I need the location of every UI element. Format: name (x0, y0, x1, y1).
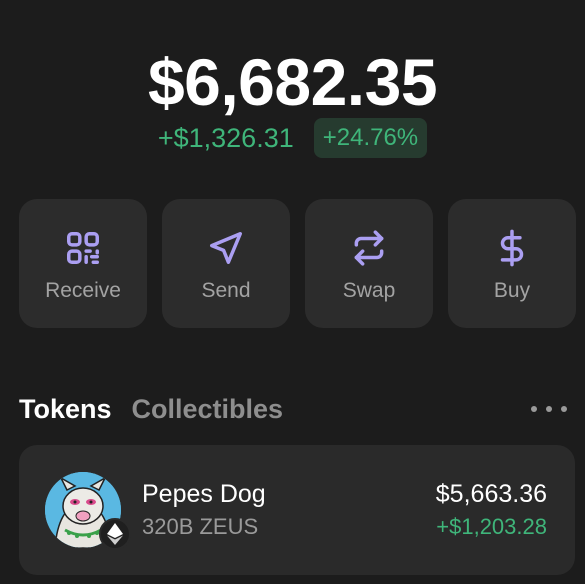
dollar-icon (500, 229, 524, 267)
asset-tabs: Tokens Collectibles (19, 394, 283, 425)
receive-button-label: Receive (45, 279, 121, 302)
token-name: Pepes Dog (142, 480, 266, 508)
more-dot (546, 406, 552, 412)
token-value: $5,663.36 (435, 480, 547, 508)
total-balance: $6,682.35 (147, 45, 438, 119)
swap-button-label: Swap (342, 279, 396, 302)
swap-icon (354, 230, 384, 266)
buy-button-label: Buy (493, 279, 531, 302)
tab-tokens[interactable]: Tokens (19, 394, 112, 425)
quick-actions: Receive Send Swap Buy (19, 199, 576, 328)
swap-button[interactable]: Swap (305, 199, 433, 328)
ethereum-icon (99, 518, 131, 550)
ethereum-glyph (107, 523, 123, 545)
balance-change-percent-badge: +24.76% (313, 118, 428, 158)
qr-code-icon (67, 232, 99, 264)
more-dot (561, 406, 567, 412)
buy-button[interactable]: Buy (448, 199, 576, 328)
token-change: +$1,203.28 (436, 514, 547, 539)
token-amount: 320B ZEUS (142, 514, 259, 539)
send-button[interactable]: Send (162, 199, 290, 328)
token-row[interactable]: Pepes Dog 320B ZEUS $5,663.36 +$1,203.28 (19, 445, 575, 575)
wallet-screen: $6,682.35 +$1,326.31 +24.76% Receive Sen… (0, 0, 585, 584)
more-options-icon[interactable] (531, 400, 567, 418)
balance-change-row: +$1,326.31 +24.76% (0, 118, 585, 158)
send-button-label: Send (201, 279, 251, 302)
balance-change-amount: +$1,326.31 (157, 122, 294, 153)
receive-button[interactable]: Receive (19, 199, 147, 328)
tab-collectibles[interactable]: Collectibles (132, 394, 284, 425)
send-icon (210, 232, 242, 264)
more-dot (531, 406, 537, 412)
